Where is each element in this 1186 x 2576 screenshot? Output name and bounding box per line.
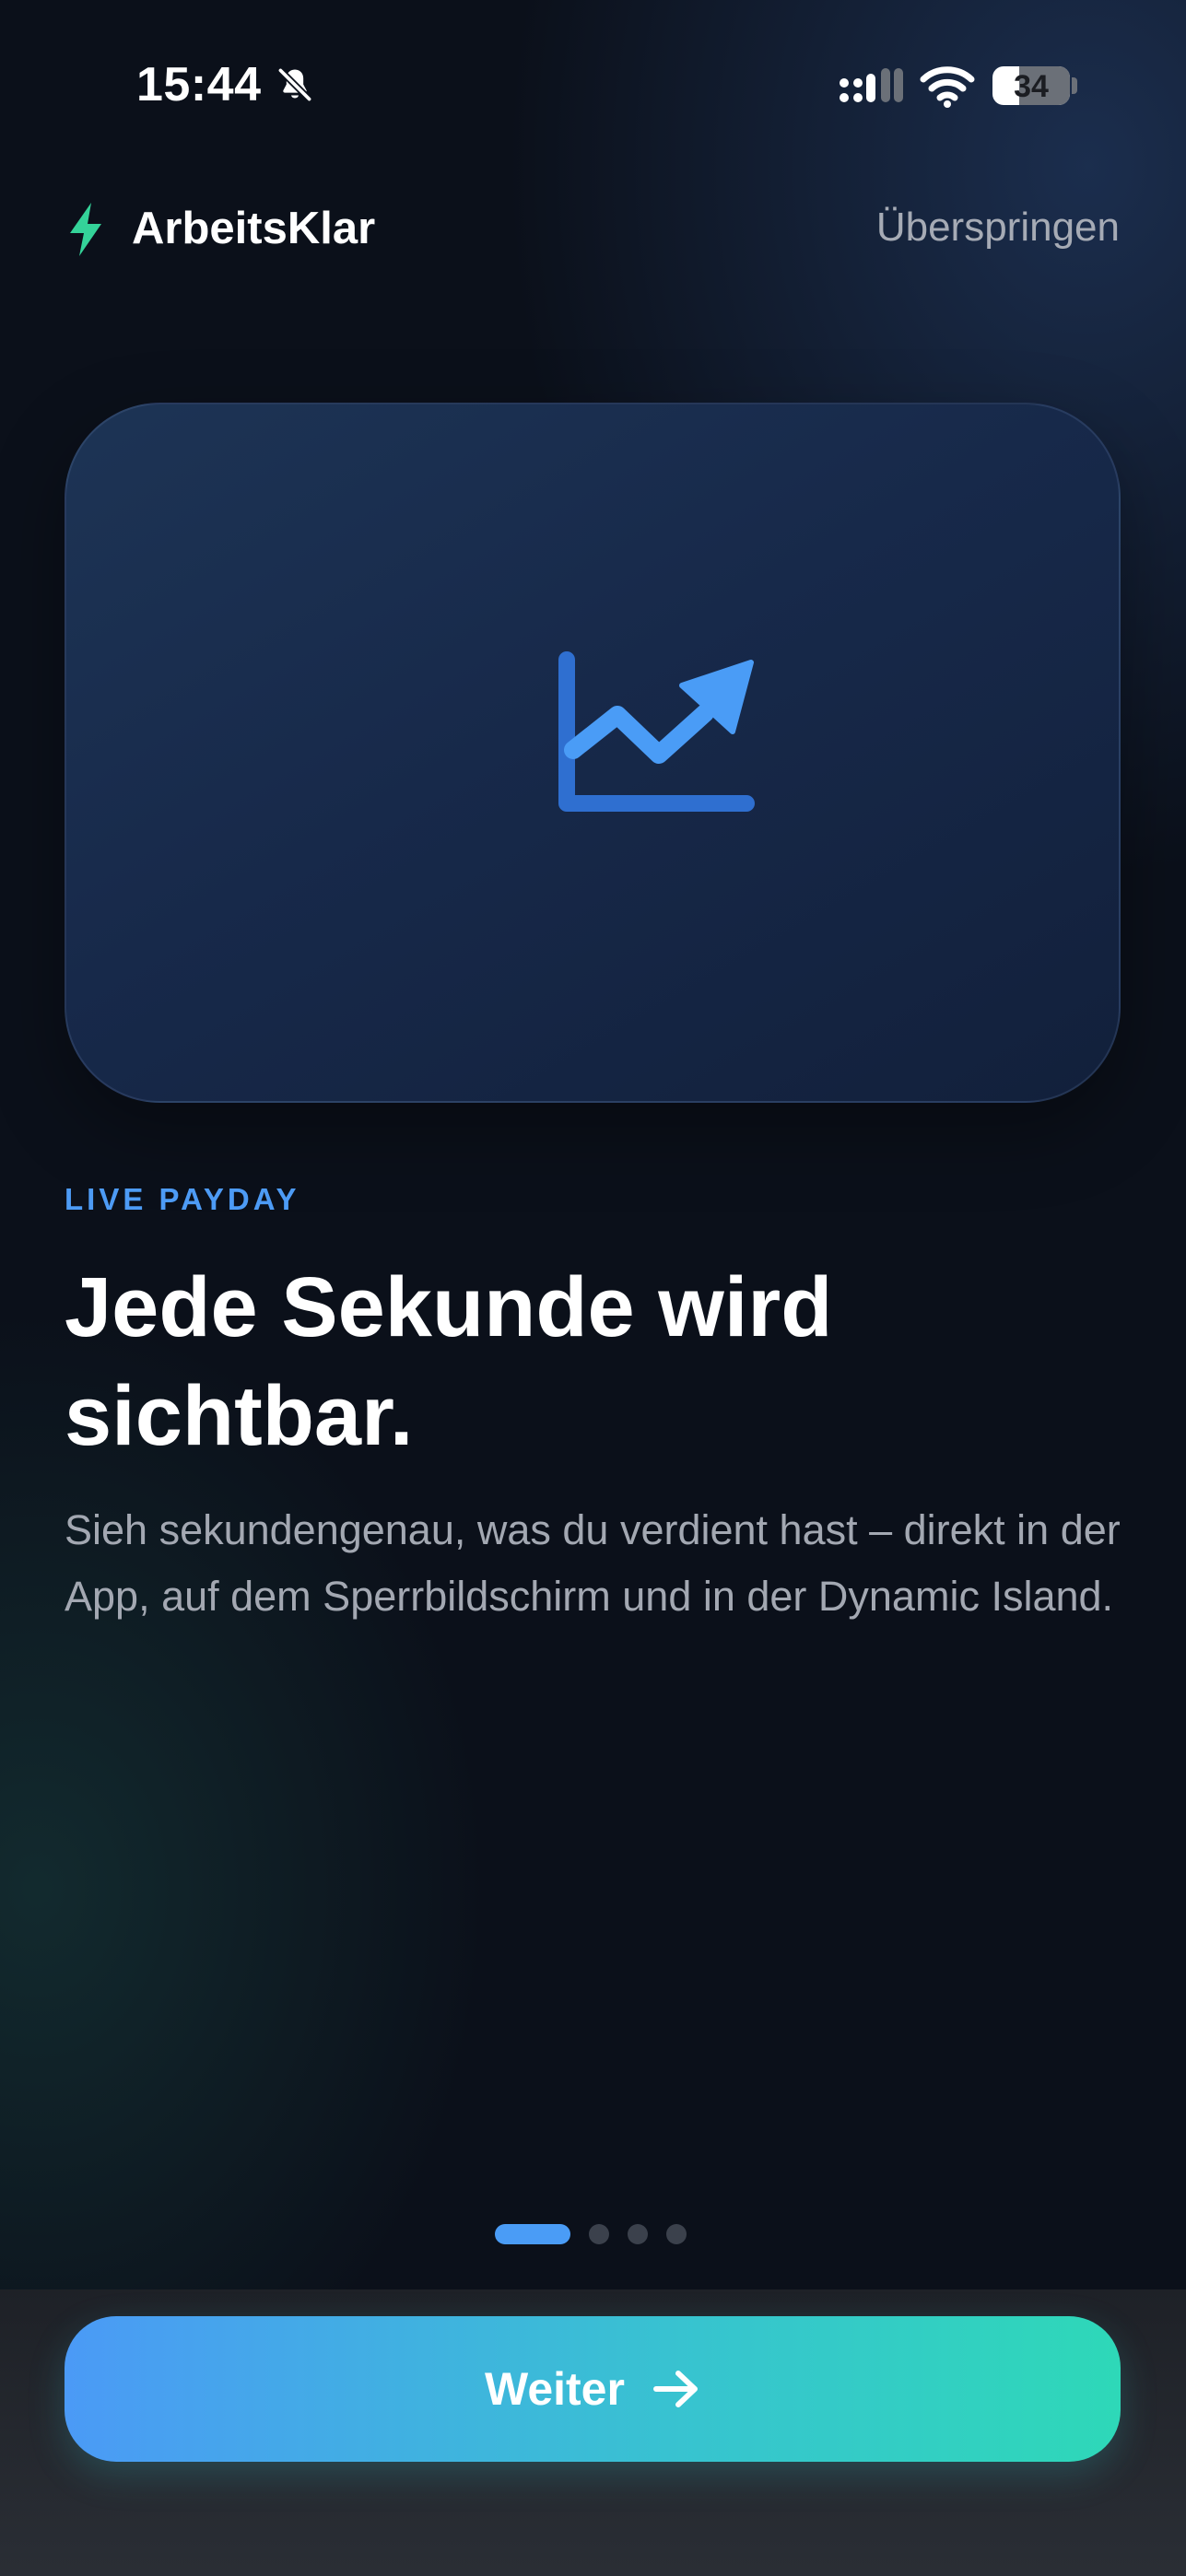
page-indicator [495, 2223, 687, 2245]
status-bar: 15:44 34 [0, 0, 1186, 175]
chart-line-uptrend-icon [558, 651, 755, 812]
status-time: 15:44 [136, 58, 262, 111]
feature-eyebrow: LIVE PAYDAY [65, 1182, 300, 1216]
page-dot[interactable] [628, 2224, 648, 2244]
arrow-right-icon [652, 2371, 698, 2407]
skip-button[interactable]: Überspringen [876, 205, 1120, 251]
page-title: Jede Sekunde wird sichtbar. [65, 1260, 833, 1463]
page-dot[interactable] [666, 2224, 687, 2244]
page-dot[interactable] [589, 2224, 609, 2244]
feature-description: Sieh sekundengenau, was du verdient hast… [65, 1506, 1121, 1620]
bolt-icon [70, 203, 101, 256]
cellular-signal-icon [840, 68, 903, 102]
continue-label: Weiter [485, 2363, 625, 2415]
battery-icon: 34 [992, 66, 1070, 105]
app-title: ArbeitsKlar [132, 204, 376, 253]
bell-slash-icon [276, 66, 313, 103]
hero-card [65, 403, 1121, 1103]
continue-button[interactable]: Weiter [65, 2316, 1121, 2462]
wifi-icon [920, 66, 975, 108]
battery-level: 34 [1014, 69, 1049, 104]
battery-tip [1072, 77, 1077, 94]
page-dot-active[interactable] [495, 2224, 570, 2244]
